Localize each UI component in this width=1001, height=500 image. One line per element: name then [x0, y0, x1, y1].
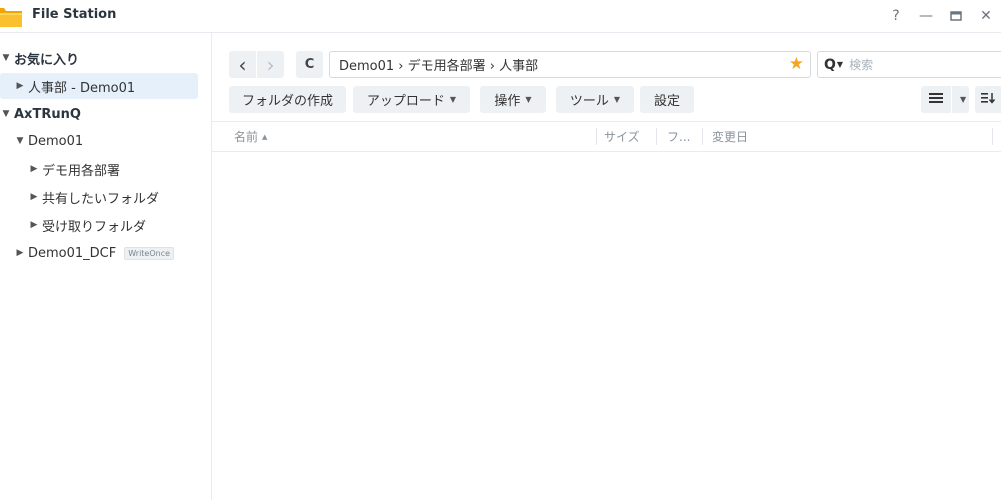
window-title: File Station	[32, 7, 117, 22]
sort-icon	[981, 92, 997, 108]
main-panel: ‹ › C Demo01 › デモ用各部署 › 人事部 ★ Q ▼ 検索 フォル…	[212, 33, 1001, 500]
caret-right-icon[interactable]: ▶	[28, 164, 40, 174]
caret-down-icon[interactable]: ▼	[0, 53, 12, 63]
column-separator[interactable]	[596, 128, 597, 145]
folder-tree-sidebar: ▼ お気に入り ▶ 人事部 - Demo01 ▼ AxTRunQ ▼ Demo0…	[0, 33, 212, 500]
search-icon[interactable]: Q	[824, 57, 836, 73]
column-header-type[interactable]: フ...	[667, 122, 690, 151]
tree-item-demo-departments[interactable]: ▶ デモ用各部署	[0, 156, 200, 182]
tree-item-favorites[interactable]: ▼ お気に入り	[0, 45, 200, 71]
tree-item-shared-folder[interactable]: ▶ 共有したいフォルダ	[0, 184, 200, 210]
tree-item-label: お気に入り	[14, 52, 80, 68]
list-view-icon	[929, 92, 943, 108]
tree-item-label: Demo01	[28, 133, 84, 149]
tree-item-demo01-dcf[interactable]: ▶ Demo01_DCF WriteOnce	[0, 240, 200, 266]
caret-right-icon[interactable]: ▶	[28, 192, 40, 202]
caret-down-icon: ▼	[449, 95, 457, 104]
tree-item-axtrunq[interactable]: ▼ AxTRunQ	[0, 101, 200, 127]
file-list-header: 名前 ▲ サイズ フ... 変更日	[212, 121, 1001, 152]
tree-item-label: Demo01_DCF	[28, 245, 117, 261]
button-label: ツール	[569, 94, 609, 109]
tree-item-jinjibu-demo01[interactable]: ▶ 人事部 - Demo01	[0, 73, 198, 99]
caret-down-icon[interactable]: ▼	[0, 109, 12, 119]
tree-item-label: AxTRunQ	[14, 106, 81, 122]
tree-item-label: 共有したいフォルダ	[42, 191, 160, 207]
maximize-icon[interactable]	[941, 6, 971, 26]
settings-button[interactable]: 設定	[640, 86, 694, 113]
tree-item-label: 受け取りフォルダ	[42, 219, 147, 235]
title-bar: File Station ? — ✕	[0, 0, 1001, 33]
tree-item-label: 人事部 - Demo01	[28, 80, 136, 96]
column-label: フ...	[667, 130, 691, 144]
caret-right-icon[interactable]: ▶	[28, 220, 40, 230]
upload-button[interactable]: アップロード ▼	[353, 86, 470, 113]
path-bar[interactable]: Demo01 › デモ用各部署 › 人事部 ★	[329, 51, 811, 78]
column-separator[interactable]	[992, 128, 993, 145]
column-separator[interactable]	[656, 128, 657, 145]
column-header-modified[interactable]: 変更日	[712, 122, 748, 151]
tree-item-receive-folder[interactable]: ▶ 受け取りフォルダ	[0, 212, 200, 238]
refresh-button[interactable]: C	[296, 51, 323, 78]
divider	[951, 86, 952, 113]
caret-down-icon: ▼	[613, 95, 621, 104]
column-header-name[interactable]: 名前 ▲	[234, 122, 267, 151]
chevron-left-icon: ‹	[238, 52, 247, 77]
file-list-body[interactable]	[212, 151, 1001, 500]
forward-button[interactable]: ›	[257, 51, 284, 78]
column-separator[interactable]	[702, 128, 703, 145]
action-button[interactable]: 操作 ▼	[480, 86, 546, 113]
minimize-icon[interactable]: —	[911, 6, 941, 26]
back-button[interactable]: ‹	[229, 51, 256, 78]
caret-right-icon[interactable]: ▶	[14, 248, 26, 258]
button-label: 設定	[653, 94, 680, 109]
create-folder-button[interactable]: フォルダの作成	[229, 86, 346, 113]
button-label: 操作	[494, 94, 521, 109]
column-label: 名前	[234, 130, 259, 144]
caret-down-icon[interactable]: ▼	[960, 95, 966, 104]
writeonce-badge: WriteOnce	[124, 246, 175, 260]
search-placeholder: 検索	[849, 58, 874, 72]
column-header-size[interactable]: サイズ	[604, 122, 640, 151]
column-label: サイズ	[604, 130, 640, 144]
button-label: フォルダの作成	[241, 94, 333, 109]
sort-button[interactable]	[975, 86, 1001, 113]
file-station-folder-icon	[0, 5, 22, 27]
sort-asc-icon: ▲	[262, 132, 268, 141]
close-icon[interactable]: ✕	[971, 6, 1001, 26]
help-icon[interactable]: ?	[881, 6, 911, 26]
chevron-right-icon: ›	[266, 52, 275, 77]
search-input[interactable]: Q ▼ 検索	[817, 51, 1001, 78]
favorite-star-icon[interactable]: ★	[789, 54, 804, 74]
breadcrumb[interactable]: Demo01 › デモ用各部署 › 人事部	[339, 55, 538, 74]
button-label: アップロード	[366, 94, 445, 109]
caret-right-icon[interactable]: ▶	[14, 81, 26, 91]
refresh-icon: C	[304, 57, 315, 72]
view-mode-button[interactable]: ▼	[921, 86, 969, 113]
caret-down-icon[interactable]: ▼	[14, 136, 26, 146]
tree-item-demo01[interactable]: ▼ Demo01	[0, 128, 200, 154]
tools-button[interactable]: ツール ▼	[556, 86, 634, 113]
tree-item-label: デモ用各部署	[42, 163, 121, 179]
caret-down-icon: ▼	[525, 95, 532, 104]
column-label: 変更日	[712, 130, 749, 144]
caret-down-icon[interactable]: ▼	[837, 60, 843, 69]
window-controls: ? — ✕	[881, 6, 1001, 26]
